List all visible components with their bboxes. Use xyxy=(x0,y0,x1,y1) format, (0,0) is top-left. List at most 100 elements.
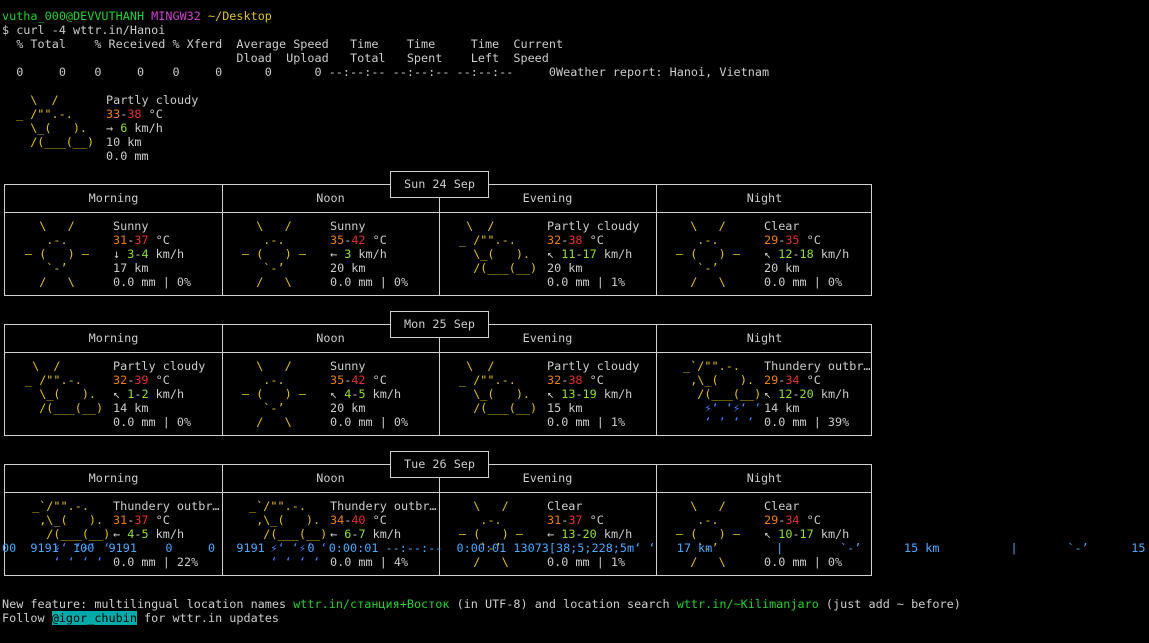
current-icon-l1: \ / xyxy=(16,93,59,107)
slot-temperature: 31-37 °C xyxy=(113,233,170,247)
cloudy-weather-icon: \ / xyxy=(25,359,89,373)
slot-wind: ← 4-5 km/h xyxy=(113,527,185,541)
forecast-slot: \ / .-. ― ( ) ― `-’ / \ Sunny 35-42 °C ↖ 4… xyxy=(222,359,439,433)
sunny-weather-icon: `-’ xyxy=(242,401,306,415)
slot-wind: ↖ 4-5 km/h xyxy=(330,387,402,401)
slot-precip: 0.0 mm | 1% xyxy=(547,415,626,429)
forecast-slot: \ / .-. ― ( ) ― `-’ / \ Sunny 35-42 °C ← 3… xyxy=(222,219,439,293)
slot-visibility: 20 km xyxy=(330,401,366,415)
time-of-day-label: Morning xyxy=(88,471,139,485)
current-visibility: 10 km xyxy=(106,135,142,149)
current-wind: → 6 km/h xyxy=(106,121,163,135)
sunny-weather-icon: ― ( ) ― xyxy=(242,247,306,261)
current-icon-l3: \_( ). xyxy=(16,121,88,135)
sunny-weather-icon: ― ( ) ― xyxy=(459,527,523,541)
current-icon-l4: /(___(__) xyxy=(16,135,95,149)
slot-wind: ↖ 11-17 km/h xyxy=(547,247,633,261)
time-of-day-label: Night xyxy=(746,331,783,345)
footer-feature-line: New feature: multilingual location names… xyxy=(2,597,961,611)
prompt-user: vutha_000@DEVVUTHANH xyxy=(2,9,145,23)
slot-precip: 0.0 mm | 0% xyxy=(113,415,192,429)
slot-temperature: 35-42 °C xyxy=(330,373,387,387)
slot-condition: Clear xyxy=(547,499,583,513)
slot-precip: 0.0 mm | 0% xyxy=(113,275,192,289)
slot-wind: ↓ 3-4 km/h xyxy=(113,247,185,261)
forecast-slot: \ / _ /"".-. \_( ). /(___(__) Partly clo… xyxy=(5,359,222,433)
sunny-weather-icon: .-. xyxy=(25,233,89,247)
slot-condition: Clear xyxy=(764,499,800,513)
sunny-weather-icon: / \ xyxy=(25,275,89,289)
forecast-slot: _`/"".-. ,\_( ). /(___(__) ⚡‘ ‘⚡‘ ‘ ‘ ‘ … xyxy=(222,499,439,573)
time-of-day-label: Evening xyxy=(522,191,573,205)
slot-temperature: 35-42 °C xyxy=(330,233,387,247)
slot-temperature: 32-38 °C xyxy=(547,373,604,387)
slot-wind: ↖ 1-2 km/h xyxy=(113,387,185,401)
thunder-weather-icon: _`/"".-. xyxy=(25,499,104,513)
shell-prompt: vutha_000@DEVVUTHANH MINGW32 ~/Desktop xyxy=(2,9,272,23)
terminal-window[interactable]: vutha_000@DEVVUTHANH MINGW32 ~/Desktop $… xyxy=(0,0,1149,643)
curl-overlay-line: 00 9191 100 9191 0 0 9191 0 0:00:01 --:-… xyxy=(2,541,1149,555)
slot-condition: Thundery outbr… xyxy=(764,359,871,373)
forecast-slot: _`/"".-. ,\_( ). /(___(__) ⚡‘ ‘⚡‘ ‘ ‘ ‘ … xyxy=(656,359,873,433)
thunder-weather-icon: ,\_( ). xyxy=(676,373,762,387)
forecast-slot: \ / .-. ― ( ) ― `-’ / \ Clear 29-34 °C ↖ 1… xyxy=(656,499,873,573)
cloudy-weather-icon: _ /"".-. xyxy=(459,373,523,387)
forecast-slot: \ / .-. ― ( ) ― `-’ / \ Sunny 31-37 °C ↓ 3… xyxy=(5,219,222,293)
thunder-weather-icon: _`/"".-. xyxy=(242,499,321,513)
forecast-header-divider xyxy=(5,212,871,213)
twitter-handle-link[interactable]: @igor_chubin xyxy=(51,611,137,625)
slot-visibility: 17 km xyxy=(113,261,149,275)
command-line: $ curl -4 wttr.in/Hanoi xyxy=(2,23,166,37)
forecast-day-2: Mon 25 Sep Morning \ / _ /"".-. \_( ). /(… xyxy=(4,311,873,436)
slot-condition: Partly cloudy xyxy=(547,219,640,233)
thunder-weather-icon: ,\_( ). xyxy=(25,513,111,527)
sunny-weather-icon: \ / xyxy=(459,499,523,513)
link-vostok[interactable]: wttr.in/станция+Восток xyxy=(293,597,449,611)
slot-temperature: 29-34 °C xyxy=(764,373,821,387)
slot-visibility: 14 km xyxy=(113,401,149,415)
slot-condition: Sunny xyxy=(113,219,149,233)
slot-precip: 0.0 mm | 4% xyxy=(330,555,409,569)
forecast-header-divider xyxy=(5,352,871,353)
thunder-weather-icon: ‘ ‘ ‘ ‘ xyxy=(25,555,111,569)
cloudy-weather-icon xyxy=(459,275,537,289)
cloudy-weather-icon xyxy=(25,415,103,429)
sunny-weather-icon: .-. xyxy=(242,373,306,387)
curl-header-1: % Total % Received % Xferd Average Speed… xyxy=(2,37,564,51)
thunder-weather-icon: ‘ ‘ ‘ ‘ xyxy=(242,555,328,569)
cloudy-weather-icon: _ /"".-. xyxy=(25,373,89,387)
forecast-day-3: Tue 26 Sep Morning _`/"".-. ,\_( ). /(___… xyxy=(4,451,873,576)
time-of-day-label: Night xyxy=(746,471,783,485)
sunny-weather-icon: `-’ xyxy=(676,261,740,275)
slot-condition: Partly cloudy xyxy=(547,359,640,373)
report-title: Weather report: Hanoi, Vietnam xyxy=(555,65,770,79)
sunny-weather-icon: / \ xyxy=(242,275,306,289)
slot-precip: 0.0 mm | 39% xyxy=(764,415,850,429)
thunder-weather-icon: ‘ ‘ ‘ ‘ xyxy=(676,415,762,429)
prompt-path: ~/Desktop xyxy=(207,9,272,23)
slot-precip: 0.0 mm | 1% xyxy=(547,555,626,569)
sunny-weather-icon: / \ xyxy=(459,555,523,569)
time-of-day-label: Noon xyxy=(316,191,345,205)
thunder-weather-icon: _`/"".-. xyxy=(676,359,755,373)
thunder-weather-icon: /(___(__) xyxy=(676,387,762,401)
slot-precip: 0.0 mm | 22% xyxy=(113,555,199,569)
sunny-weather-icon: ― ( ) ― xyxy=(242,387,306,401)
cloudy-weather-icon: _ /"".-. xyxy=(459,233,523,247)
slot-temperature: 32-38 °C xyxy=(547,233,604,247)
forecast-day-1: Sun 24 Sep Morning \ / .-. ― ( ) ― `-’ / … xyxy=(4,171,872,296)
slot-condition: Partly cloudy xyxy=(113,359,206,373)
cloudy-weather-icon: \ / xyxy=(459,219,523,233)
slot-condition: Clear xyxy=(764,219,800,233)
slot-wind: ← 6-7 km/h xyxy=(330,527,402,541)
thunder-weather-icon: ,\_( ). xyxy=(242,513,328,527)
slot-precip: 0.0 mm | 1% xyxy=(547,275,626,289)
link-kilimanjaro[interactable]: wttr.in/~Kilimanjaro xyxy=(677,597,819,611)
curl-header-2: Dload Upload Total Spent Left Speed xyxy=(2,51,549,65)
time-of-day-label: Morning xyxy=(88,331,139,345)
forecast-header-divider xyxy=(5,492,871,493)
slot-visibility: 20 km xyxy=(330,261,366,275)
slot-temperature: 31-37 °C xyxy=(547,513,604,527)
slot-temperature: 29-34 °C xyxy=(764,513,821,527)
sunny-weather-icon: .-. xyxy=(676,513,740,527)
